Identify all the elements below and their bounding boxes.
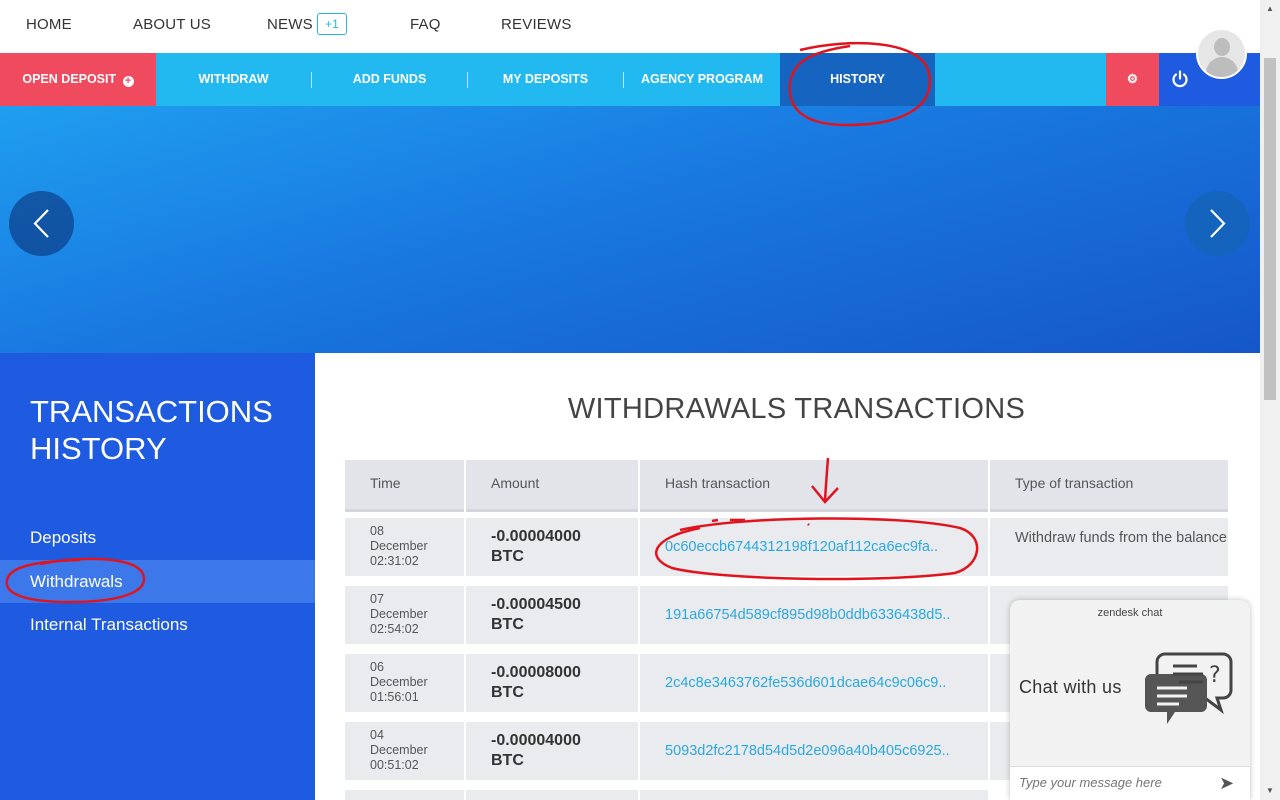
hash-link[interactable]: 191a66754d589cf895d98b0ddb6336438d5.. bbox=[640, 586, 988, 644]
carousel-next-button[interactable] bbox=[1185, 191, 1250, 256]
chat-prompt[interactable]: Chat with us bbox=[1019, 677, 1122, 698]
avatar-body-icon bbox=[1206, 57, 1238, 77]
amount-currency: BTC bbox=[491, 616, 524, 633]
column-header-time: Time bbox=[345, 460, 464, 512]
scroll-thumb[interactable] bbox=[1264, 58, 1276, 400]
action-bar: OPEN DEPOSIT + WITHDRAW ADD FUNDS MY DEP… bbox=[0, 53, 1260, 106]
settings-button[interactable]: ⚙ bbox=[1106, 53, 1159, 106]
row-amount: -0.00008000 BTC bbox=[466, 654, 638, 712]
hero-banner bbox=[0, 106, 1260, 353]
scroll-down-arrow-icon[interactable]: ▼ bbox=[1266, 786, 1274, 795]
row-day: 07 bbox=[370, 592, 384, 606]
row-day: 04 bbox=[370, 728, 384, 742]
row-type: Withdraw funds from the balance bbox=[990, 518, 1228, 576]
agency-program-button[interactable]: AGENCY PROGRAM bbox=[624, 53, 780, 106]
nav-faq[interactable]: FAQ bbox=[410, 16, 441, 33]
open-deposit-button[interactable]: OPEN DEPOSIT + bbox=[0, 53, 156, 106]
row-month: December bbox=[370, 607, 428, 621]
row-time: 04 December 00:51:02 bbox=[345, 722, 464, 780]
svg-text:?: ? bbox=[1209, 663, 1221, 688]
avatar-head-icon bbox=[1214, 38, 1230, 56]
amount-value: -0.00004500 bbox=[491, 596, 581, 613]
table-row-partial bbox=[466, 790, 638, 800]
hash-link[interactable]: 5093d2fc2178d54d5d2e096a40b405c6925.. bbox=[640, 722, 988, 780]
table-row-partial bbox=[345, 790, 464, 800]
chat-bubbles-icon: ? bbox=[1145, 652, 1233, 724]
amount-currency: BTC bbox=[491, 752, 524, 769]
gear-icon: ⚙ bbox=[1126, 72, 1139, 86]
row-time: 06 December 01:56:01 bbox=[345, 654, 464, 712]
table-row-partial bbox=[640, 790, 988, 800]
row-clock: 02:54:02 bbox=[370, 622, 419, 636]
hash-link[interactable]: 0c60eccb6744312198f120af112ca6ec9fa.. bbox=[640, 518, 988, 576]
chat-widget[interactable]: zendesk chat Chat with us ? ➤ bbox=[1010, 600, 1250, 800]
amount-value: -0.00004000 bbox=[491, 732, 581, 749]
row-amount: -0.00004000 BTC bbox=[466, 722, 638, 780]
history-button[interactable]: HISTORY bbox=[780, 53, 935, 106]
chat-input-bar: ➤ bbox=[1010, 766, 1250, 800]
sidebar-item-deposits[interactable]: Deposits bbox=[0, 516, 315, 559]
row-day: 08 bbox=[370, 524, 384, 538]
nav-reviews[interactable]: REVIEWS bbox=[501, 16, 572, 33]
open-deposit-label: OPEN DEPOSIT bbox=[22, 72, 117, 86]
hash-link[interactable]: 2c4c8e3463762fe536d601dcae64c9c06c9.. bbox=[640, 654, 988, 712]
row-month: December bbox=[370, 539, 428, 553]
sidebar-item-withdrawals[interactable]: Withdrawals bbox=[0, 560, 315, 603]
nav-about-us[interactable]: ABOUT US bbox=[133, 16, 211, 33]
nav-home[interactable]: HOME bbox=[26, 16, 72, 33]
chevron-right-icon bbox=[1210, 209, 1226, 238]
plus-circle-icon: + bbox=[122, 76, 134, 87]
scroll-up-arrow-icon[interactable]: ▲ bbox=[1266, 4, 1274, 13]
amount-value: -0.00004000 bbox=[491, 528, 581, 545]
row-time: 08 December 02:31:02 bbox=[345, 518, 464, 576]
row-time: 07 December 02:54:02 bbox=[345, 586, 464, 644]
chevron-left-icon bbox=[33, 209, 49, 238]
column-header-amount: Amount bbox=[466, 460, 638, 512]
column-header-hash: Hash transaction bbox=[640, 460, 988, 512]
page-title: WITHDRAWALS TRANSACTIONS bbox=[567, 393, 1026, 425]
carousel-prev-button[interactable] bbox=[9, 191, 74, 256]
send-icon[interactable]: ➤ bbox=[1219, 773, 1234, 794]
sidebar-title: TRANSACTIONS HISTORY bbox=[30, 394, 273, 466]
my-deposits-button[interactable]: MY DEPOSITS bbox=[468, 53, 623, 106]
chat-brand: zendesk chat bbox=[1097, 607, 1163, 619]
page-scrollbar[interactable]: ▲ ▼ bbox=[1260, 0, 1280, 800]
amount-currency: BTC bbox=[491, 548, 524, 565]
sidebar: TRANSACTIONS HISTORY Deposits Withdrawal… bbox=[0, 353, 315, 800]
top-nav: HOME ABOUT US NEWS +1 FAQ REVIEWS bbox=[0, 0, 1260, 53]
chat-message-input[interactable] bbox=[1019, 775, 1209, 790]
row-amount: -0.00004000 BTC bbox=[466, 518, 638, 576]
row-day: 06 bbox=[370, 660, 384, 674]
column-header-type: Type of transaction bbox=[990, 460, 1228, 512]
sidebar-item-internal-transactions[interactable]: Internal Transactions bbox=[0, 603, 315, 646]
withdraw-button[interactable]: WITHDRAW bbox=[156, 53, 311, 106]
row-amount: -0.00004500 BTC bbox=[466, 586, 638, 644]
row-clock: 02:31:02 bbox=[370, 554, 419, 568]
news-badge: +1 bbox=[317, 13, 347, 35]
amount-currency: BTC bbox=[491, 684, 524, 701]
row-clock: 00:51:02 bbox=[370, 758, 419, 772]
power-icon bbox=[1172, 70, 1188, 88]
avatar[interactable] bbox=[1196, 28, 1247, 79]
row-month: December bbox=[370, 675, 428, 689]
row-month: December bbox=[370, 743, 428, 757]
amount-value: -0.00008000 bbox=[491, 664, 581, 681]
nav-news[interactable]: NEWS bbox=[267, 16, 313, 33]
add-funds-button[interactable]: ADD FUNDS bbox=[312, 53, 467, 106]
row-clock: 01:56:01 bbox=[370, 690, 419, 704]
